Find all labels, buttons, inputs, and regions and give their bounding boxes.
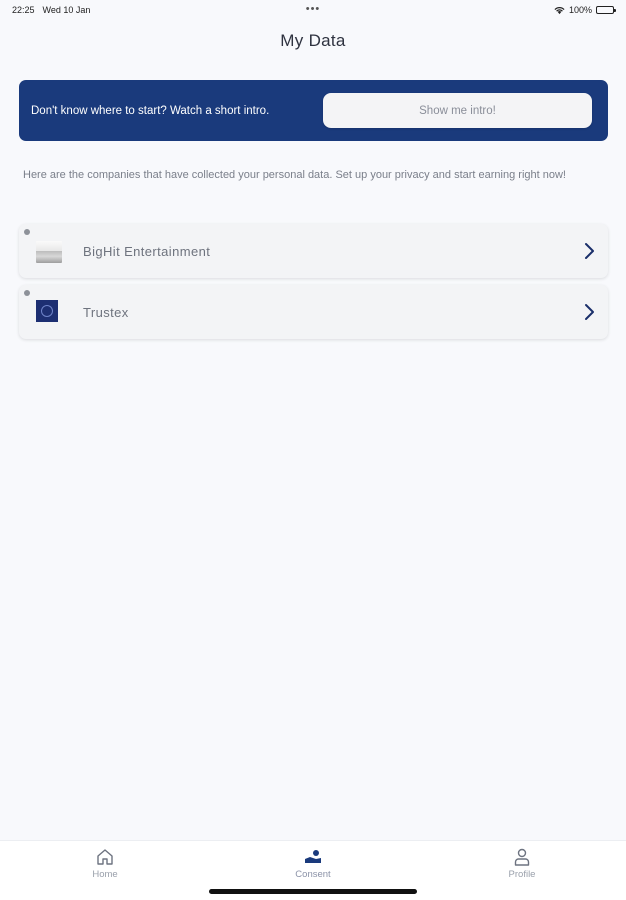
- profile-icon: [514, 848, 530, 866]
- tab-home[interactable]: Home: [75, 847, 135, 880]
- company-name: Trustex: [83, 304, 129, 320]
- battery-icon: [596, 6, 616, 14]
- wifi-icon: [554, 6, 565, 14]
- consent-icon: [305, 850, 321, 863]
- status-dot-icon: [24, 229, 30, 235]
- tab-consent[interactable]: Consent: [283, 847, 343, 880]
- multitasking-dots[interactable]: •••: [306, 3, 321, 15]
- status-bar: 22:25 Wed 10 Jan ••• 100%: [0, 0, 626, 20]
- page-title: My Data: [280, 31, 346, 50]
- home-indicator[interactable]: [209, 889, 417, 894]
- company-name: BigHit Entertainment: [83, 243, 211, 259]
- intro-banner-text: Don't know where to start? Watch a short…: [31, 104, 270, 117]
- battery-percent: 100%: [568, 5, 592, 15]
- status-left: 22:25 Wed 10 Jan: [12, 5, 90, 15]
- status-dot-icon: [24, 290, 30, 296]
- tab-consent-label: Consent: [295, 869, 331, 880]
- status-time: 22:25: [12, 5, 35, 15]
- home-icon: [97, 849, 113, 865]
- chevron-right-icon: [585, 243, 594, 259]
- status-right: 100%: [554, 5, 616, 15]
- companies-description: Here are the companies that have collect…: [23, 169, 566, 181]
- bighit-logo-icon: [36, 241, 62, 263]
- company-card-bighit[interactable]: BigHit Entertainment: [19, 224, 608, 278]
- intro-banner: Don't know where to start? Watch a short…: [19, 80, 608, 141]
- tab-home-label: Home: [92, 869, 118, 880]
- company-card-trustex[interactable]: Trustex: [19, 285, 608, 339]
- show-intro-button[interactable]: Show me intro!: [323, 93, 592, 128]
- status-date: Wed 10 Jan: [42, 5, 91, 15]
- tab-profile-label: Profile: [508, 869, 536, 880]
- tab-profile[interactable]: Profile: [492, 847, 552, 880]
- trustex-logo-icon: [36, 300, 58, 322]
- chevron-right-icon: [585, 304, 594, 320]
